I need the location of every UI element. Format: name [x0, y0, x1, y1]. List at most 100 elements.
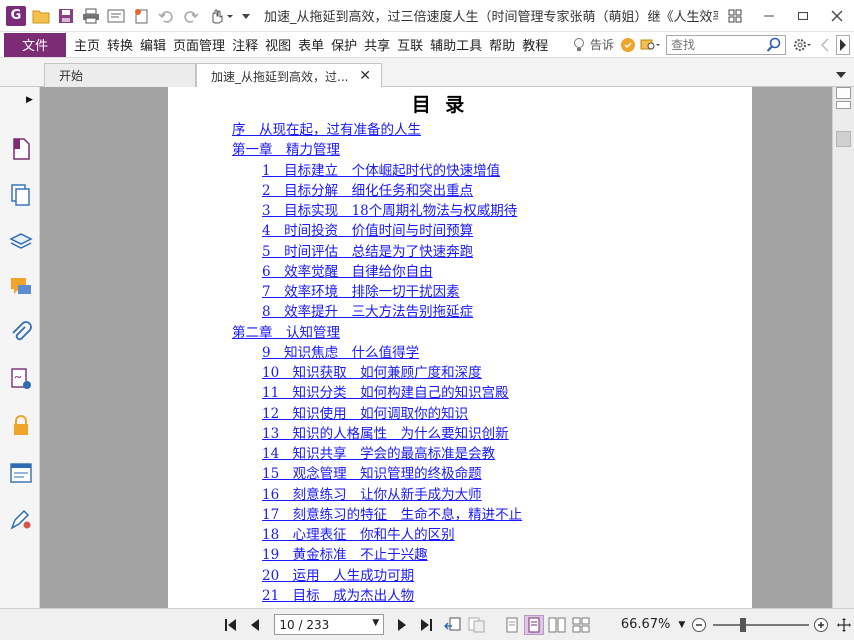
document-viewport[interactable]: 目 录 序 从现在起，过有准备的人生 第一章 精力管理 1 目标建立 个体崛起时代的… — [40, 87, 832, 608]
tab-start[interactable]: 开始 — [44, 63, 196, 87]
minimize-button[interactable] — [752, 2, 786, 30]
toc-section-link[interactable]: 21 目标 成为杰出人物 — [262, 584, 414, 604]
new-document-icon[interactable] — [131, 6, 151, 26]
zoom-dropdown-icon[interactable]: ▼ — [678, 620, 685, 630]
undo-icon[interactable] — [156, 6, 176, 26]
previous-view-icon[interactable] — [443, 615, 463, 635]
toc-section-link[interactable]: 4 时间投资 价值时间与时间预算 — [262, 219, 473, 239]
scroll-left-icon[interactable] — [820, 37, 830, 52]
toc-section-link[interactable]: 16 刻意练习 让你从新手成为大师 — [262, 483, 482, 503]
menu-item-form[interactable]: 表单 — [296, 35, 326, 54]
toc-section-link[interactable]: 12 知识使用 如何调取你的知识 — [262, 402, 468, 422]
signature-icon[interactable] — [9, 367, 33, 391]
page-number-field[interactable]: 10 / 233 ▼ — [274, 614, 385, 635]
lightbulb-icon[interactable] — [572, 37, 586, 53]
toc-chapter-link[interactable]: 第一章 精力管理 — [232, 138, 340, 158]
customize-toolbar-icon[interactable] — [241, 6, 251, 26]
close-window-button[interactable] — [820, 2, 854, 30]
tab-current-document[interactable]: 加速_从拖延到高效，过... ✕ — [196, 63, 382, 88]
menu-item-organize[interactable]: 页面管理 — [171, 35, 227, 54]
toc-section-link[interactable]: 10 知识获取 如何兼顾广度和深度 — [262, 361, 482, 381]
toc-section-link[interactable]: 3 目标实现 18个周期礼物法与权威期待 — [262, 199, 517, 219]
toc-section-link[interactable]: 13 知识的人格属性 为什么要知识创新 — [262, 422, 509, 442]
search-icon[interactable] — [766, 37, 782, 56]
settings-gear-icon[interactable] — [792, 37, 814, 53]
comments-icon[interactable] — [9, 275, 33, 299]
zoom-slider-knob[interactable] — [739, 617, 746, 632]
fullscreen-icon[interactable] — [834, 615, 854, 635]
tell-me-label[interactable]: 告诉 — [590, 36, 614, 53]
scroll-up-button[interactable] — [836, 87, 851, 99]
file-menu-button[interactable]: 文件 — [4, 32, 66, 57]
menu-item-tutorial[interactable]: 教程 — [520, 35, 550, 54]
attachment-icon[interactable] — [9, 321, 33, 345]
next-view-icon[interactable] — [467, 615, 487, 635]
menu-item-comment[interactable]: 注释 — [230, 35, 260, 54]
toc-section-link[interactable]: 1 目标建立 个体崛起时代的快速增值 — [262, 159, 500, 179]
zoom-slider[interactable] — [712, 615, 809, 635]
toc-section-link[interactable]: 20 运用 人生成功可期 — [262, 564, 414, 584]
menu-item-share[interactable]: 共享 — [362, 35, 392, 54]
save-icon[interactable] — [56, 6, 76, 26]
toc-section-link[interactable]: 7 效率环境 排除一切干扰因素 — [262, 280, 460, 300]
properties-icon[interactable] — [106, 6, 126, 26]
toc-section-link[interactable]: 2 目标分解 细化任务和突出重点 — [262, 179, 473, 199]
last-page-icon[interactable] — [416, 615, 436, 635]
layers-icon[interactable] — [9, 229, 33, 253]
toc-section-link[interactable]: 18 心理表征 你和牛人的区别 — [262, 523, 455, 543]
menu-item-view[interactable]: 视图 — [263, 35, 293, 54]
maximize-button[interactable] — [786, 2, 820, 30]
print-icon[interactable] — [81, 6, 101, 26]
toc-section-link[interactable]: 5 时间评估 总结是为了快速奔跑 — [262, 240, 473, 260]
scrollbar-thumb[interactable] — [836, 131, 851, 147]
form-fields-icon[interactable] — [9, 461, 33, 485]
scroll-split-button[interactable] — [836, 101, 851, 109]
close-tab-icon[interactable]: ✕ — [359, 68, 371, 84]
toc-section-link[interactable]: 8 效率提升 三大方法告别拖延症 — [262, 300, 473, 320]
pages-icon[interactable] — [9, 183, 33, 207]
open-folder-icon[interactable] — [31, 6, 51, 26]
app-logo-icon[interactable]: G — [6, 5, 26, 26]
menu-item-protect[interactable]: 保护 — [329, 35, 359, 54]
redo-icon[interactable] — [181, 6, 201, 26]
facing-view-icon[interactable] — [548, 615, 568, 635]
zoom-in-icon[interactable] — [811, 615, 831, 635]
search-options-icon[interactable] — [640, 37, 662, 53]
expand-panel-icon[interactable]: ▶ — [26, 95, 33, 105]
scroll-right-icon[interactable] — [836, 34, 850, 55]
toc-section-link[interactable]: 19 黄金标准 不止于兴趣 — [262, 543, 428, 563]
menu-item-help[interactable]: 帮助 — [487, 35, 517, 54]
single-page-view-icon[interactable] — [502, 615, 522, 635]
continuous-view-icon[interactable] — [524, 614, 544, 635]
continuous-facing-icon[interactable] — [571, 615, 591, 635]
next-page-icon[interactable] — [392, 615, 412, 635]
page-dropdown-icon[interactable]: ▼ — [372, 618, 379, 628]
security-lock-icon[interactable] — [9, 413, 33, 437]
menu-item-convert[interactable]: 转换 — [105, 35, 135, 54]
search-input[interactable] — [671, 37, 767, 52]
restore-layout-icon[interactable] — [718, 2, 752, 30]
toc-chapter-link[interactable]: 第二章 认知管理 — [232, 321, 340, 341]
first-page-icon[interactable] — [221, 615, 241, 635]
toc-section-link[interactable]: 14 知识共享 学会的最高标准是会教 — [262, 442, 495, 462]
toc-chapter-link[interactable]: 序 从现在起，过有准备的人生 — [232, 118, 421, 138]
vertical-scrollbar[interactable] — [832, 87, 854, 608]
zoom-out-icon[interactable] — [689, 615, 709, 635]
toc-section-link[interactable]: 9 知识焦虑 什么值得学 — [262, 341, 419, 361]
hand-tool-icon[interactable] — [206, 6, 236, 26]
menu-item-connect[interactable]: 互联 — [395, 35, 425, 54]
toc-section-link[interactable]: 17 刻意练习的特征 生命不息，精进不止 — [262, 503, 522, 523]
zoom-level[interactable]: 66.67% — [621, 617, 671, 632]
certify-pen-icon[interactable] — [9, 507, 33, 531]
page-thumbnail-icon[interactable] — [9, 137, 33, 161]
menu-item-home[interactable]: 主页 — [72, 35, 102, 54]
menu-item-accessibility[interactable]: 辅助工具 — [428, 35, 484, 54]
toc-section-link[interactable]: 6 效率觉醒 自律给你自由 — [262, 260, 433, 280]
search-field[interactable] — [666, 34, 786, 56]
previous-page-icon[interactable] — [245, 615, 265, 635]
menu-item-edit[interactable]: 编辑 — [138, 35, 168, 54]
account-icon[interactable] — [620, 37, 636, 53]
toc-section-link[interactable]: 11 知识分类 如何构建自己的知识宫殿 — [262, 381, 509, 401]
toc-section-link[interactable]: 15 观念管理 知识管理的终极命题 — [262, 462, 482, 482]
tab-list-dropdown-icon[interactable] — [836, 68, 846, 82]
